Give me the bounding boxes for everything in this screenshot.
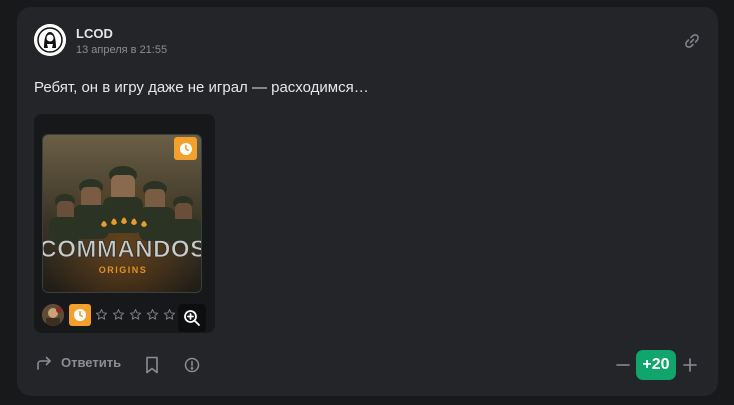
- star-icon[interactable]: [145, 307, 160, 322]
- minus-icon: [616, 364, 630, 366]
- status-clock-badge[interactable]: [69, 304, 91, 326]
- game-card[interactable]: COMMANDOS ORIGINS: [34, 114, 215, 333]
- avatar-image: [34, 24, 66, 56]
- comment-timestamp[interactable]: 13 апреля в 21:55: [76, 44, 167, 56]
- clock-icon: [74, 309, 86, 321]
- downvote-button[interactable]: [615, 357, 631, 373]
- author-avatar[interactable]: [34, 24, 66, 56]
- clock-icon: [179, 142, 192, 155]
- zoom-in-icon: [184, 310, 200, 326]
- game-subtitle: ORIGINS: [99, 265, 148, 275]
- reply-label: Ответить: [61, 355, 122, 370]
- author-name[interactable]: LCOD: [76, 26, 113, 41]
- star-icon[interactable]: [128, 307, 143, 322]
- game-title: COMMANDOS: [43, 236, 202, 263]
- rating-stars[interactable]: [94, 307, 177, 322]
- comment-text: Ребят, он в игру даже не играл — расходи…: [34, 79, 369, 96]
- star-icon[interactable]: [94, 307, 109, 322]
- plus-icon: [683, 358, 697, 372]
- upvote-button[interactable]: [682, 357, 698, 373]
- report-icon[interactable]: [184, 357, 200, 373]
- star-icon[interactable]: [111, 307, 126, 322]
- user-mini-avatar[interactable]: [42, 304, 64, 326]
- zoom-button[interactable]: [178, 304, 206, 332]
- cover-clock-badge: [174, 137, 197, 160]
- comment-card: LCOD 13 апреля в 21:55 Ребят, он в игру …: [17, 7, 718, 396]
- bookmark-icon[interactable]: [144, 356, 160, 374]
- link-icon[interactable]: [684, 33, 700, 49]
- reply-button[interactable]: Ответить: [36, 355, 121, 370]
- reply-arrow-icon: [37, 356, 51, 370]
- vote-score: +20: [636, 350, 676, 380]
- star-icon[interactable]: [162, 307, 177, 322]
